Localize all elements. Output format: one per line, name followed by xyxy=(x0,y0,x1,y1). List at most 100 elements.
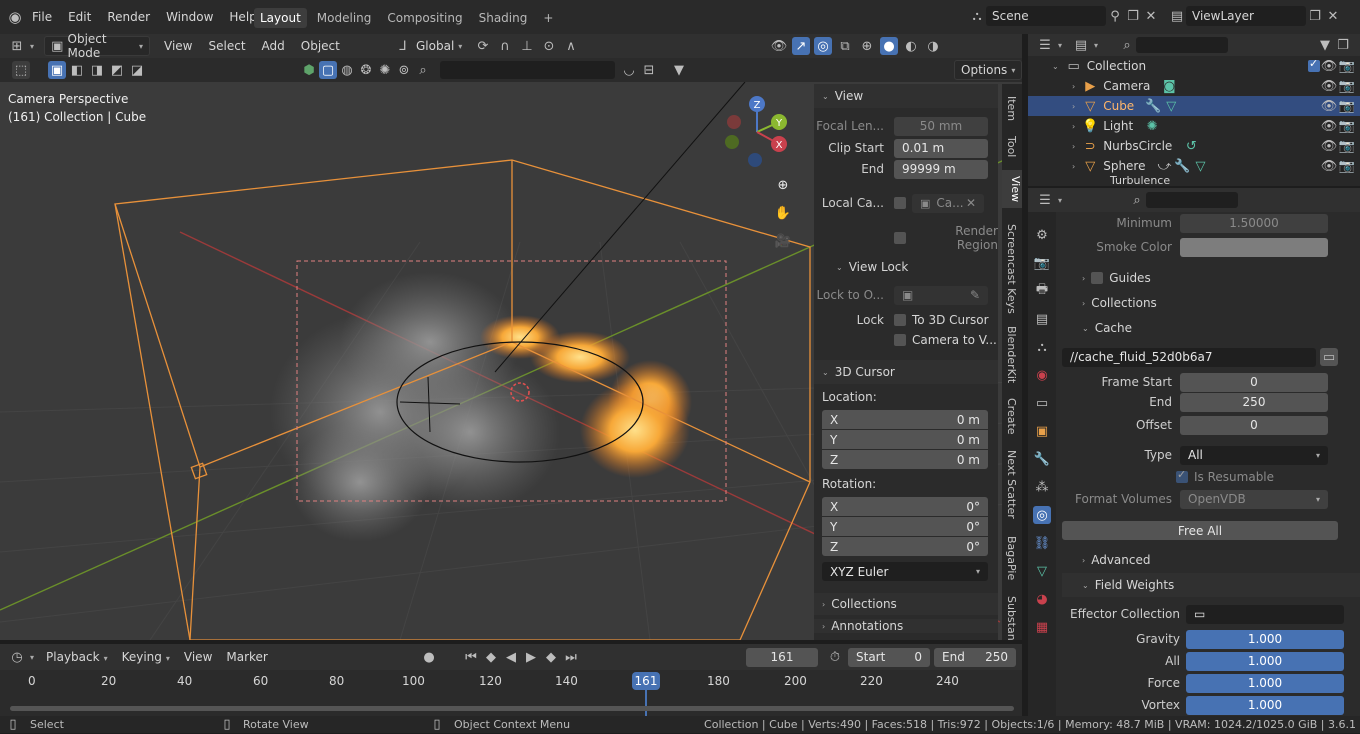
editor-type-icon[interactable]: ⊞ xyxy=(8,37,26,55)
pin-icon[interactable]: ⚲ xyxy=(1106,7,1124,25)
rotation-z-field[interactable]: Z 0° xyxy=(822,537,988,556)
eye-icon[interactable]: 👁 xyxy=(1320,117,1338,135)
timeline-editor-icon[interactable]: ◷ xyxy=(8,648,26,666)
location-x-field[interactable]: X 0 m xyxy=(822,410,988,429)
outliner-row-cube[interactable]: › ▽ Cube 🔧 ▽ 👁 📷 xyxy=(1028,96,1360,116)
record-icon[interactable]: ● xyxy=(420,648,438,666)
orientation-dropdown[interactable]: ⅃ Global ▾ xyxy=(388,36,468,56)
material-tab-icon[interactable]: ◕ xyxy=(1033,590,1051,608)
visibility-icon[interactable]: 👁 xyxy=(770,37,788,55)
new-scene-icon[interactable]: ❐ xyxy=(1124,7,1142,25)
globe-filter-icon[interactable]: ✺ xyxy=(376,61,394,79)
render-camera-icon[interactable]: 📷 xyxy=(1338,77,1356,95)
tab-modeling[interactable]: Modeling xyxy=(311,8,378,28)
box-filter-icon[interactable]: ▢ xyxy=(319,61,337,79)
outliner-row-collection[interactable]: ⌄ ▭ Collection 👁 📷 xyxy=(1028,56,1360,76)
menu-select[interactable]: Select xyxy=(209,39,246,53)
options-dropdown[interactable]: Options ▾ xyxy=(954,60,1023,80)
collections-panel-header[interactable]: › Collections xyxy=(814,593,998,615)
tab-blenderkit[interactable]: BlenderKit xyxy=(1005,320,1018,389)
zoom-icon[interactable]: ⊕ xyxy=(774,176,792,194)
properties-editor-icon[interactable]: ☰ xyxy=(1036,191,1054,209)
next-keyframe-icon[interactable]: ◆ xyxy=(542,648,560,666)
delete-scene-icon[interactable]: ✕ xyxy=(1142,7,1160,25)
menu-add[interactable]: Add xyxy=(262,39,285,53)
is-resumable-checkbox[interactable] xyxy=(1176,468,1188,483)
physics-tab-icon[interactable]: ◎ xyxy=(1033,506,1051,524)
advanced-section-header[interactable]: › Advanced xyxy=(1062,548,1360,572)
force-slider[interactable]: 1.000 xyxy=(1186,673,1344,693)
focal-length-field[interactable]: 50 mm xyxy=(894,116,988,136)
guides-checkbox[interactable] xyxy=(1091,272,1104,284)
start-frame-field[interactable]: Start 0 xyxy=(848,647,930,667)
render-camera-icon[interactable]: 📷 xyxy=(1338,57,1356,75)
solid-shading-icon[interactable]: ● xyxy=(880,37,898,55)
outliner-editor-icon[interactable]: ☰ xyxy=(1036,36,1054,54)
material-shading-icon[interactable]: ◐ xyxy=(902,37,920,55)
scene-name-field[interactable]: Scene xyxy=(986,6,1106,26)
tab-item[interactable]: Item xyxy=(1005,90,1018,127)
delete-view-layer-icon[interactable]: ✕ xyxy=(1324,7,1342,25)
pivot-icon[interactable]: ⟳ xyxy=(474,37,492,55)
rotation-y-field[interactable]: Y 0° xyxy=(822,517,988,536)
xray-icon[interactable]: ⧉ xyxy=(836,37,854,55)
eye-icon[interactable]: 👁 xyxy=(1320,157,1338,175)
outliner-row-light[interactable]: › 💡 Light ✺ 👁 📷 xyxy=(1028,116,1360,136)
clear-icon[interactable]: ✕ xyxy=(966,196,976,210)
layout-icon[interactable]: ⊟ xyxy=(640,61,658,79)
menu-file[interactable]: File xyxy=(32,10,52,24)
bubbles-filter-icon[interactable]: ❂ xyxy=(357,61,375,79)
smoke-color-swatch[interactable] xyxy=(1180,237,1328,257)
current-frame-field[interactable]: 161 xyxy=(746,647,818,667)
viewport-3d[interactable]: Camera Perspective (161) Collection | Cu… xyxy=(0,82,1022,640)
view-lock-header[interactable]: ⌄ View Lock xyxy=(814,257,998,277)
mode-dropdown[interactable]: ▣ Object Mode ▾ xyxy=(44,32,151,60)
lock-to-cursor-checkbox[interactable] xyxy=(894,314,906,326)
tab-layout[interactable]: Layout xyxy=(254,8,307,28)
proportional-edit-icon[interactable]: ⊙ xyxy=(540,37,558,55)
intersect-selection-icon[interactable]: ◪ xyxy=(128,61,146,79)
render-camera-icon[interactable]: 📷 xyxy=(1338,157,1356,175)
menu-playback[interactable]: Playback ▾ xyxy=(46,650,108,664)
location-z-field[interactable]: Z 0 m xyxy=(822,450,988,469)
play-icon[interactable]: ▶ xyxy=(522,648,540,666)
eye-icon[interactable]: 👁 xyxy=(1320,97,1338,115)
view-layer-tab-icon[interactable]: ▤ xyxy=(1033,310,1051,328)
output-tab-icon[interactable]: 🖶 xyxy=(1033,282,1051,300)
new-collection-icon[interactable]: ❐ xyxy=(1334,36,1352,54)
tab-shading[interactable]: Shading xyxy=(473,8,534,28)
shading-dropdown-icon[interactable]: ◡ xyxy=(620,61,638,79)
render-camera-icon[interactable]: 📷 xyxy=(1338,117,1356,135)
select-box-tool-icon[interactable]: ⬚ xyxy=(12,61,30,79)
timeline-scrollbar[interactable] xyxy=(10,706,1014,711)
cache-section-header[interactable]: ⌄ Cache xyxy=(1062,316,1360,340)
blender-logo-icon[interactable]: ◉ xyxy=(6,8,24,26)
format-volumes-dropdown[interactable]: OpenVDB ▾ xyxy=(1180,489,1328,509)
add-workspace-button[interactable]: + xyxy=(537,8,559,28)
annotations-panel-header[interactable]: › Annotations xyxy=(814,619,998,633)
modifier-tab-icon[interactable]: 🔧 xyxy=(1033,450,1051,468)
tab-bagapie[interactable]: BagaPie xyxy=(1005,530,1018,586)
ring-filter-icon[interactable]: ⊚ xyxy=(395,61,413,79)
all-weight-slider[interactable]: 1.000 xyxy=(1186,651,1344,671)
render-region-checkbox[interactable] xyxy=(894,232,906,244)
wireframe-shading-icon[interactable]: ⊕ xyxy=(858,37,876,55)
filter-icon[interactable]: ▼ xyxy=(670,61,688,79)
cube-filter-icon[interactable]: ⬢ xyxy=(300,61,318,79)
end-frame-field[interactable]: End 250 xyxy=(934,647,1016,667)
rotation-x-field[interactable]: X 0° xyxy=(822,497,988,516)
hand-icon[interactable]: ✋ xyxy=(774,204,792,222)
guides-panel-header[interactable]: › Guides xyxy=(1062,266,1360,290)
effector-collection-field[interactable]: ▭ xyxy=(1186,604,1344,624)
menu-keying[interactable]: Keying ▾ xyxy=(122,650,170,664)
eye-icon[interactable]: 👁 xyxy=(1320,77,1338,95)
navigation-gizmo[interactable]: Z Y X xyxy=(722,92,792,172)
gravity-slider[interactable]: 1.000 xyxy=(1186,629,1344,649)
outliner-row-nurbscircle[interactable]: › ⊃ NurbsCircle ↺ 👁 📷 xyxy=(1028,136,1360,156)
eye-icon[interactable]: 👁 xyxy=(1320,137,1338,155)
gizmo-icon[interactable]: ↗ xyxy=(792,37,810,55)
outliner-row-sphere[interactable]: › ▽ Sphere ⤻ 🔧 ▽ 👁 📷 xyxy=(1028,156,1360,176)
eyedropper-icon[interactable]: ✎ xyxy=(970,288,980,302)
type-dropdown[interactable]: All ▾ xyxy=(1180,445,1328,465)
tab-compositing[interactable]: Compositing xyxy=(381,8,468,28)
